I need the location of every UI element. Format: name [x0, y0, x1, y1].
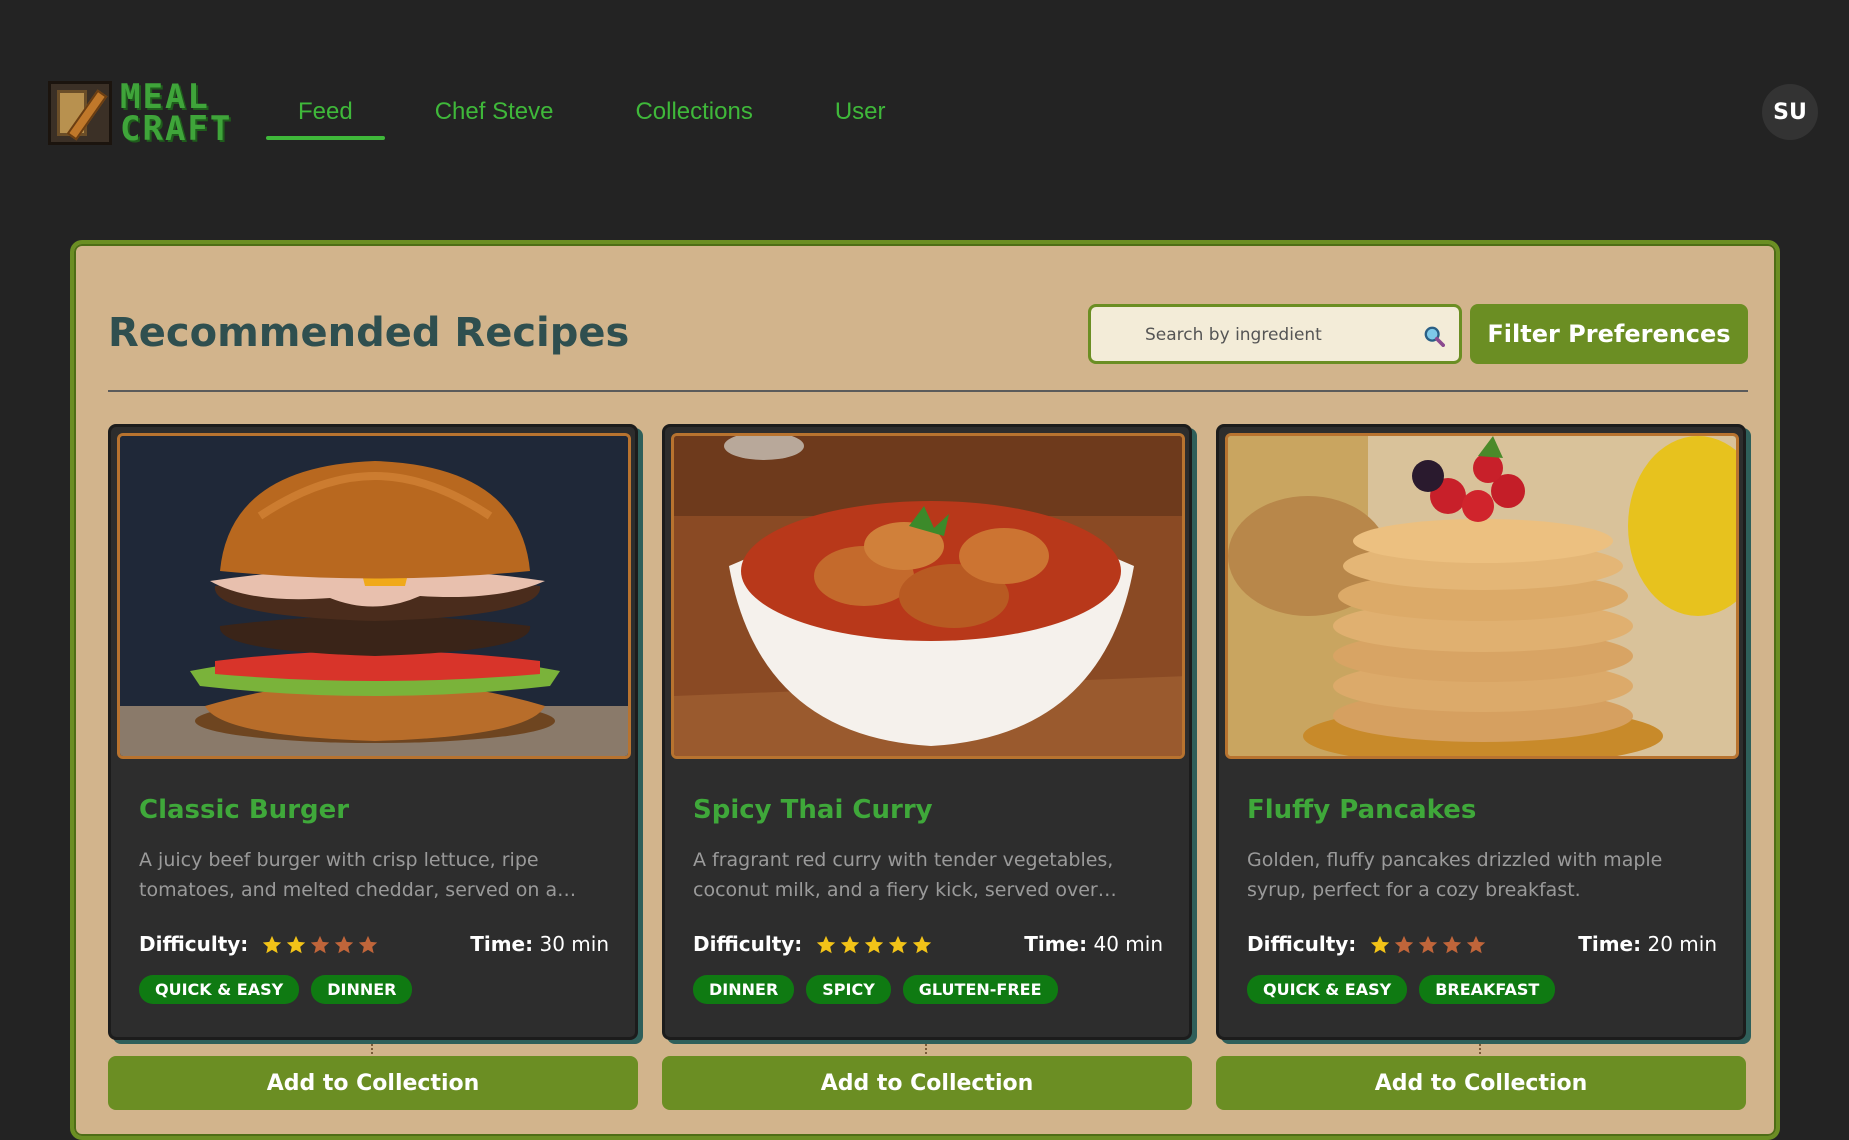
- time-value: 40 min: [1093, 932, 1163, 956]
- star-empty-icon: [334, 936, 353, 954]
- meal-craft-logo[interactable]: MEAL CRAFT: [48, 78, 243, 148]
- difficulty-label: Difficulty:: [693, 931, 803, 956]
- cutting-board-icon: [48, 81, 112, 145]
- time-label: Time:: [470, 932, 534, 956]
- star-filled-icon: [286, 936, 305, 954]
- recipe-image-pancakes[interactable]: [1225, 433, 1739, 759]
- star-empty-icon: [1466, 936, 1485, 954]
- add-to-collection-button[interactable]: Add to Collection: [662, 1056, 1192, 1110]
- difficulty: Difficulty:: [139, 932, 379, 957]
- difficulty-stars: [815, 934, 933, 956]
- time-value: 30 min: [539, 932, 609, 956]
- time: Time: 40 min: [1024, 932, 1163, 956]
- nav-item-feed[interactable]: Feed: [266, 90, 385, 140]
- recipe-card-classic-burger[interactable]: Classic Burger A juicy beef burger with …: [108, 424, 638, 1040]
- page-title: Recommended Recipes: [108, 310, 630, 356]
- divider: [108, 390, 1748, 392]
- nav-item-collections[interactable]: Collections: [603, 90, 784, 140]
- tag: DINNER: [311, 975, 413, 1004]
- tag: SPICY: [806, 975, 891, 1004]
- star-filled-icon: [864, 936, 883, 954]
- nav-item-chef-steve[interactable]: Chef Steve: [403, 90, 586, 140]
- recipe-description: Golden, fluffy pancakes drizzled with ma…: [1247, 849, 1663, 901]
- tag: QUICK & EASY: [1247, 975, 1408, 1004]
- filter-preferences-button[interactable]: Filter Preferences: [1470, 304, 1748, 364]
- time-label: Time:: [1578, 932, 1642, 956]
- recipe-image-burger[interactable]: [117, 433, 631, 759]
- top-navigation: MEAL CRAFT Feed Chef Steve Collections U…: [0, 0, 1849, 200]
- difficulty: Difficulty:: [1247, 932, 1487, 957]
- brand-line-2: CRAFT: [120, 109, 233, 149]
- time: Time: 20 min: [1578, 932, 1717, 956]
- search-icon[interactable]: [1423, 325, 1445, 347]
- ingredient-search: [1088, 304, 1462, 364]
- user-avatar[interactable]: SU: [1762, 84, 1818, 140]
- star-empty-icon: [310, 936, 329, 954]
- star-filled-icon: [262, 936, 281, 954]
- tag: QUICK & EASY: [139, 975, 300, 1004]
- main-nav: Feed Chef Steve Collections User: [266, 90, 936, 140]
- star-filled-icon: [888, 936, 907, 954]
- difficulty-label: Difficulty:: [139, 931, 249, 956]
- add-to-collection-button[interactable]: Add to Collection: [1216, 1056, 1746, 1110]
- time: Time: 30 min: [470, 932, 609, 956]
- recipe-description: A fragrant red curry with tender vegetab…: [693, 849, 1117, 901]
- recipe-title[interactable]: Fluffy Pancakes: [1247, 795, 1476, 825]
- tag: BREAKFAST: [1419, 975, 1556, 1004]
- recipe-image-curry[interactable]: [671, 433, 1185, 759]
- recipe-meta: Difficulty: Time: 40 min: [693, 929, 1163, 959]
- star-filled-icon: [912, 936, 931, 954]
- recipe-description: A juicy beef burger with crisp lettuce, …: [139, 849, 577, 901]
- recipe-card-spicy-thai-curry[interactable]: Spicy Thai Curry A fragrant red curry wi…: [662, 424, 1192, 1040]
- recipe-meta: Difficulty: Time: 20 min: [1247, 929, 1717, 959]
- recipe-tags: QUICK & EASY BREAKFAST: [1247, 975, 1556, 1004]
- nav-item-user[interactable]: User: [803, 90, 918, 140]
- recipe-title[interactable]: Classic Burger: [139, 795, 349, 825]
- star-empty-icon: [358, 936, 377, 954]
- recipe-card-fluffy-pancakes[interactable]: Fluffy Pancakes Golden, fluffy pancakes …: [1216, 424, 1746, 1040]
- difficulty-label: Difficulty:: [1247, 931, 1357, 956]
- difficulty-stars: [1369, 934, 1487, 956]
- star-empty-icon: [1418, 936, 1437, 954]
- recommended-recipes-panel: Recommended Recipes Filter Preferences: [70, 240, 1780, 1140]
- recipe-meta: Difficulty: Time: 30 min: [139, 929, 609, 959]
- recipe-tags: QUICK & EASY DINNER: [139, 975, 413, 1004]
- recipe-title[interactable]: Spicy Thai Curry: [693, 795, 933, 825]
- time-label: Time:: [1024, 932, 1088, 956]
- star-empty-icon: [1394, 936, 1413, 954]
- recipe-tags: DINNER SPICY GLUTEN-FREE: [693, 975, 1058, 1004]
- brand-wordmark: MEAL CRAFT: [120, 80, 233, 149]
- tag: DINNER: [693, 975, 795, 1004]
- difficulty-stars: [261, 934, 379, 956]
- add-to-collection-button[interactable]: Add to Collection: [108, 1056, 638, 1110]
- star-empty-icon: [1442, 936, 1461, 954]
- star-filled-icon: [1370, 936, 1389, 954]
- difficulty: Difficulty:: [693, 932, 933, 957]
- time-value: 20 min: [1647, 932, 1717, 956]
- tag: GLUTEN-FREE: [902, 975, 1058, 1004]
- search-input[interactable]: [1145, 321, 1405, 349]
- star-filled-icon: [840, 936, 859, 954]
- star-filled-icon: [816, 936, 835, 954]
